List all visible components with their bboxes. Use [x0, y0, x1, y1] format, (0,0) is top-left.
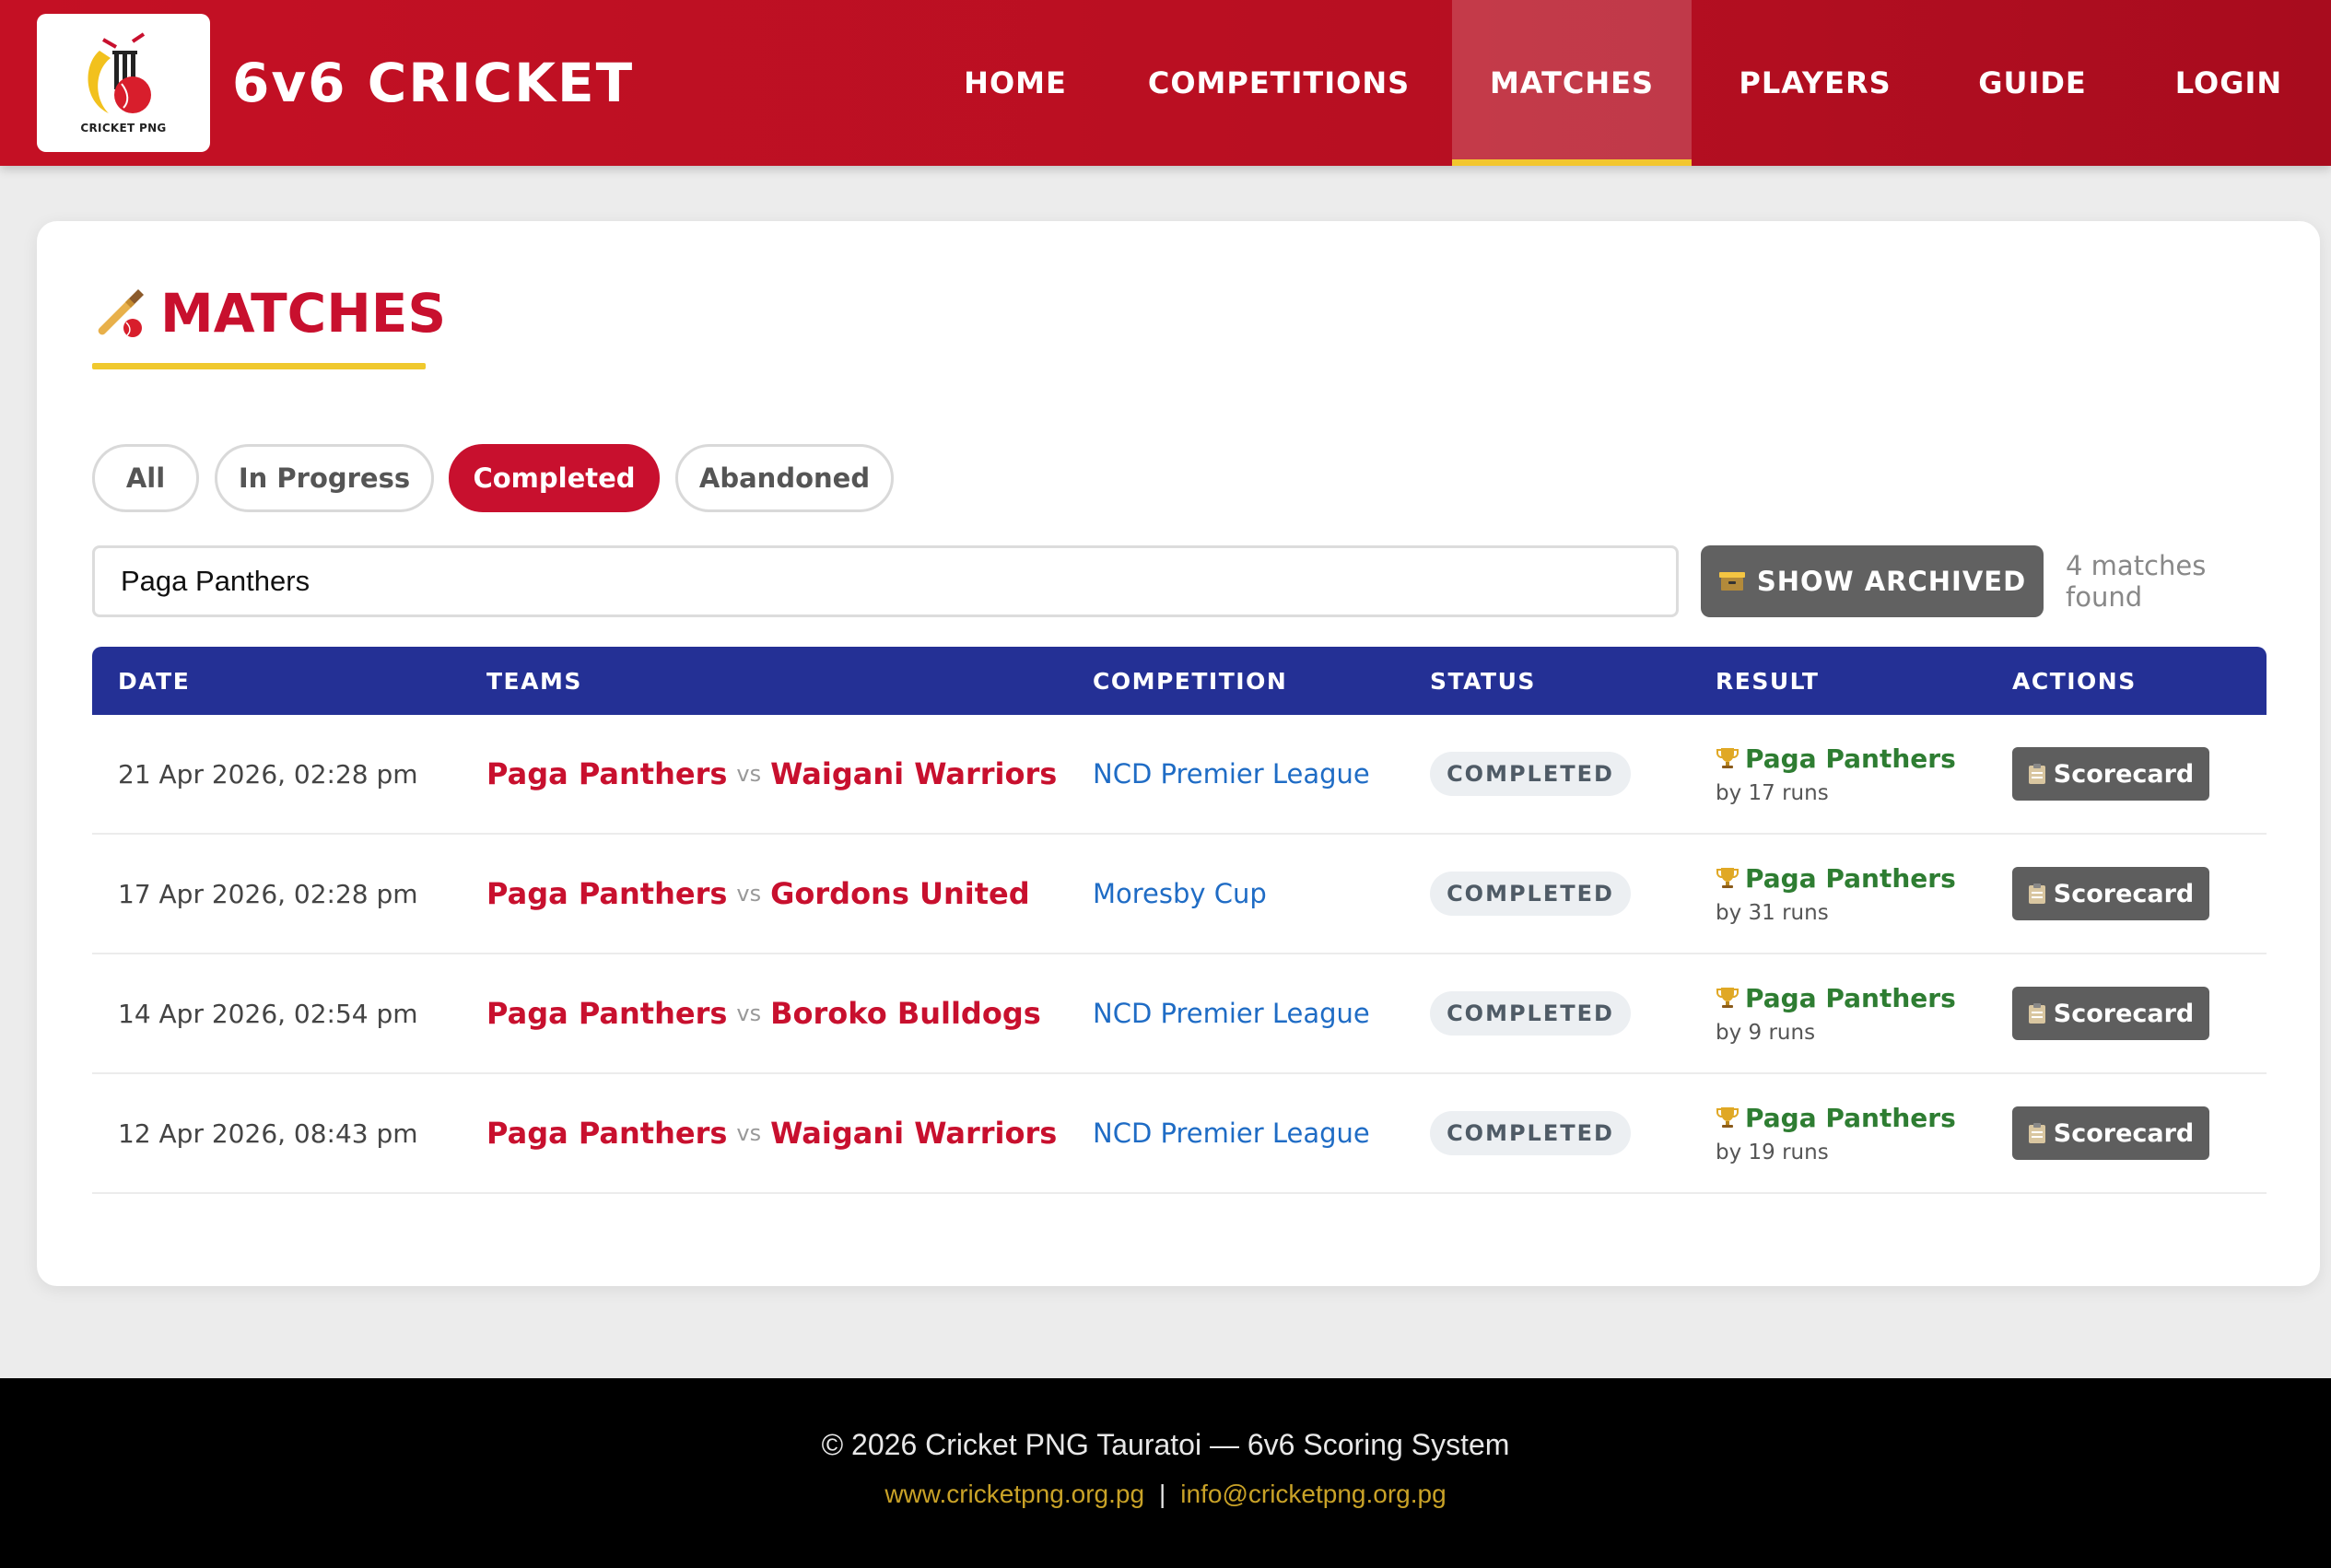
nav-players[interactable]: PLAYERS — [1734, 0, 1896, 166]
scorecard-label: Scorecard — [2053, 879, 2195, 908]
status-badge: COMPLETED — [1430, 752, 1631, 796]
filter-abandoned[interactable]: Abandoned — [675, 444, 894, 512]
match-teams: Paga Panthers vs Waigani Warriors — [486, 1074, 1057, 1192]
match-result: Paga Panthers by 19 runs — [1716, 1074, 1956, 1192]
footer-website-link[interactable]: www.cricketpng.org.pg — [884, 1480, 1144, 1508]
status-badge: COMPLETED — [1430, 1111, 1631, 1155]
clipboard-icon — [2028, 764, 2045, 784]
show-archived-button[interactable]: SHOW ARCHIVED — [1701, 545, 2044, 617]
scorecard-button[interactable]: Scorecard — [2012, 867, 2209, 920]
footer-links: www.cricketpng.org.pg | info@cricketpng.or… — [0, 1480, 2331, 1509]
win-margin: by 9 runs — [1716, 1020, 1816, 1045]
table-row: 17 Apr 2026, 02:28 pm Paga Panthers vs G… — [92, 835, 2267, 954]
competition-link[interactable]: NCD Premier League — [1093, 758, 1370, 790]
winner-name: Paga Panthers — [1745, 1102, 1956, 1133]
col-result[interactable]: RESULT — [1716, 647, 1819, 715]
nav-matches[interactable]: MATCHES — [1452, 0, 1692, 166]
scorecard-button[interactable]: Scorecard — [2012, 1106, 2209, 1160]
team-a-link[interactable]: Paga Panthers — [486, 1116, 727, 1151]
nav-home[interactable]: HOME — [953, 0, 1078, 166]
scorecard-label: Scorecard — [2053, 1118, 2195, 1148]
table-row: 14 Apr 2026, 02:54 pm Paga Panthers vs B… — [92, 954, 2267, 1074]
match-result: Paga Panthers by 9 runs — [1716, 954, 1956, 1072]
col-status[interactable]: STATUS — [1430, 647, 1536, 715]
scorecard-button[interactable]: Scorecard — [2012, 987, 2209, 1040]
footer-separator: | — [1159, 1480, 1166, 1508]
team-a-link[interactable]: Paga Panthers — [486, 996, 727, 1031]
winner-name: Paga Panthers — [1745, 862, 1956, 894]
table-row: 12 Apr 2026, 08:43 pm Paga Panthers vs W… — [92, 1074, 2267, 1194]
status-badge: COMPLETED — [1430, 872, 1631, 916]
match-date: 12 Apr 2026, 08:43 pm — [118, 1117, 418, 1149]
vs-label: vs — [736, 761, 762, 787]
clipboard-icon — [2028, 1003, 2045, 1024]
col-date[interactable]: DATE — [118, 647, 190, 715]
trophy-icon — [1716, 748, 1739, 768]
col-competition[interactable]: COMPETITION — [1093, 647, 1287, 715]
logo-caption: CRICKET PNG — [80, 122, 167, 135]
archive-box-icon — [1718, 572, 1745, 591]
match-result: Paga Panthers by 17 runs — [1716, 715, 1956, 833]
table-row: 21 Apr 2026, 02:28 pm Paga Panthers vs W… — [92, 715, 2267, 835]
filter-all[interactable]: All — [92, 444, 199, 512]
match-result: Paga Panthers by 31 runs — [1716, 835, 1956, 953]
show-archived-label: SHOW ARCHIVED — [1756, 566, 2027, 597]
status-badge: COMPLETED — [1430, 991, 1631, 1036]
nav-login[interactable]: LOGIN — [2173, 0, 2285, 166]
team-b-link[interactable]: Waigani Warriors — [770, 756, 1057, 791]
winner-name: Paga Panthers — [1745, 743, 1956, 774]
match-teams: Paga Panthers vs Boroko Bulldogs — [486, 954, 1041, 1072]
team-a-link[interactable]: Paga Panthers — [486, 756, 727, 791]
match-date: 14 Apr 2026, 02:54 pm — [118, 998, 418, 1029]
vs-label: vs — [736, 1000, 762, 1026]
footer-email-link[interactable]: info@cricketpng.org.pg — [1180, 1480, 1446, 1508]
table-header: DATE TEAMS COMPETITION STATUS RESULT ACT… — [92, 647, 2267, 715]
team-a-link[interactable]: Paga Panthers — [486, 876, 727, 911]
clipboard-icon — [2028, 883, 2045, 904]
match-date: 17 Apr 2026, 02:28 pm — [118, 878, 418, 909]
trophy-icon — [1716, 988, 1739, 1008]
nav-competitions[interactable]: COMPETITIONS — [1148, 0, 1410, 166]
win-margin: by 19 runs — [1716, 1140, 1829, 1164]
win-margin: by 17 runs — [1716, 780, 1829, 805]
matches-count: 4 matches found — [2066, 550, 2207, 613]
nav-guide[interactable]: GUIDE — [1975, 0, 2090, 166]
match-teams: Paga Panthers vs Gordons United — [486, 835, 1030, 953]
page-title: MATCHES — [92, 276, 446, 350]
winner-name: Paga Panthers — [1745, 982, 1956, 1013]
brand-title[interactable]: 6v6 CRICKET — [232, 50, 634, 116]
filter-in-progress[interactable]: In Progress — [215, 444, 434, 512]
cricket-bat-icon — [98, 289, 144, 337]
win-margin: by 31 runs — [1716, 900, 1829, 925]
col-actions[interactable]: ACTIONS — [2012, 647, 2137, 715]
team-b-link[interactable]: Waigani Warriors — [770, 1116, 1057, 1151]
competition-link[interactable]: NCD Premier League — [1093, 1117, 1370, 1149]
competition-link[interactable]: NCD Premier League — [1093, 998, 1370, 1029]
match-date: 21 Apr 2026, 02:28 pm — [118, 758, 418, 790]
team-b-link[interactable]: Boroko Bulldogs — [770, 996, 1041, 1031]
trophy-icon — [1716, 868, 1739, 888]
title-underline — [92, 363, 426, 369]
trophy-icon — [1716, 1107, 1739, 1128]
top-navbar: CRICKET PNG 6v6 CRICKET HOME COMPETITION… — [0, 0, 2331, 166]
page-title-text: MATCHES — [160, 282, 447, 345]
scorecard-label: Scorecard — [2053, 999, 2195, 1028]
team-b-link[interactable]: Gordons United — [770, 876, 1030, 911]
search-input[interactable] — [92, 545, 1679, 617]
footer: © 2026 Cricket PNG Tauratoi — 6v6 Scorin… — [0, 1378, 2331, 1568]
scorecard-button[interactable]: Scorecard — [2012, 747, 2209, 801]
filter-completed[interactable]: Completed — [449, 444, 660, 512]
col-teams[interactable]: TEAMS — [486, 647, 582, 715]
cricket-png-logo[interactable]: CRICKET PNG — [37, 14, 210, 152]
footer-copyright: © 2026 Cricket PNG Tauratoi — 6v6 Scorin… — [821, 1428, 1510, 1461]
vs-label: vs — [736, 881, 762, 907]
clipboard-icon — [2028, 1123, 2045, 1143]
match-teams: Paga Panthers vs Waigani Warriors — [486, 715, 1057, 833]
scorecard-label: Scorecard — [2053, 759, 2195, 789]
vs-label: vs — [736, 1120, 762, 1146]
competition-link[interactable]: Moresby Cup — [1093, 878, 1267, 909]
